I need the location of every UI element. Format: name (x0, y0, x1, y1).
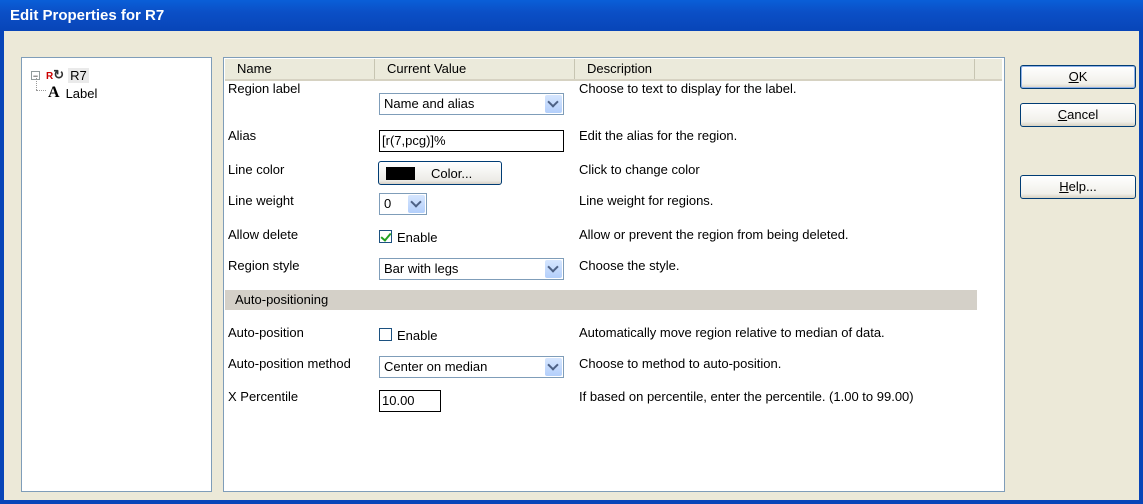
select-value: Center on median (384, 359, 488, 374)
row-x-percentile: X Percentile 10.00 If based on percentil… (224, 389, 1002, 417)
cancel-button-mnemonic: C (1057, 107, 1068, 122)
row-line-color: Line color Color... Click to change colo… (224, 161, 1002, 190)
checkmark-icon (380, 230, 392, 242)
prop-desc: Automatically move region relative to me… (579, 325, 885, 340)
tree-node-r7[interactable]: R7 (68, 67, 89, 83)
prop-desc: Edit the alias for the region. (579, 128, 738, 143)
prop-desc: Click to change color (579, 162, 700, 177)
row-auto-position-method: Auto-position method Center on median Ch… (224, 356, 1002, 384)
auto-position-checkbox[interactable] (379, 328, 392, 341)
prop-name: Alias (228, 128, 257, 143)
chevron-down-icon[interactable] (545, 95, 562, 113)
prop-desc: Allow or prevent the region from being d… (579, 227, 849, 242)
line-weight-select[interactable]: 0 (379, 193, 427, 215)
ok-button-label: K (1078, 69, 1088, 84)
ok-button[interactable]: OK (1020, 65, 1136, 89)
prop-desc: Choose the style. (579, 258, 680, 273)
label-icon: A (48, 84, 60, 101)
checkbox-label[interactable]: Enable (397, 328, 437, 343)
region-label-select[interactable]: Name and alias (379, 93, 564, 115)
header-name[interactable]: Name (225, 59, 375, 79)
color-button[interactable]: Color... (378, 161, 502, 185)
region-icon: R↻ (46, 67, 65, 82)
auto-position-method-select[interactable]: Center on median (379, 356, 564, 378)
row-region-style: Region style Bar with legs Choose the st… (224, 258, 1002, 286)
header-description[interactable]: Description (575, 59, 975, 79)
prop-name: Region label (228, 81, 301, 96)
x-percentile-input[interactable]: 10.00 (379, 390, 441, 412)
chevron-down-icon[interactable] (408, 195, 425, 213)
row-line-weight: Line weight 0 Line weight for regions. (224, 193, 1002, 221)
cancel-button-label: ancel (1067, 107, 1099, 122)
prop-name: Allow delete (228, 227, 299, 242)
help-button-mnemonic: H (1059, 179, 1069, 194)
property-tree[interactable]: − R↻ R7 A Label (21, 57, 212, 492)
chevron-down-icon[interactable] (545, 358, 562, 376)
prop-desc: Choose to text to display for the label. (579, 81, 797, 96)
prop-desc: If based on percentile, enter the percen… (579, 389, 914, 404)
prop-name: Line color (228, 162, 285, 177)
grid-header: Name Current Value Description (225, 59, 1002, 81)
prop-name: Region style (228, 258, 300, 273)
ok-button-mnemonic: O (1068, 69, 1079, 84)
cancel-button[interactable]: Cancel (1020, 103, 1136, 127)
prop-desc: Choose to method to auto-position. (579, 356, 782, 371)
header-current-value[interactable]: Current Value (375, 59, 575, 79)
color-button-label: Color... (431, 166, 473, 181)
select-value: Bar with legs (384, 261, 459, 276)
help-button-label: elp... (1068, 179, 1097, 194)
chevron-down-icon[interactable] (545, 260, 562, 278)
prop-name: Auto-position (228, 325, 304, 340)
row-allow-delete: Allow delete Enable Allow or prevent the… (224, 227, 1002, 255)
help-button[interactable]: Help... (1020, 175, 1136, 199)
region-style-select[interactable]: Bar with legs (379, 258, 564, 280)
property-grid: Name Current Value Description Region la… (223, 57, 1005, 492)
tree-node-label[interactable]: Label (66, 86, 98, 101)
alias-input[interactable]: [r(7,pcg)]% (379, 130, 564, 152)
select-value: Name and alias (384, 96, 475, 111)
prop-desc: Line weight for regions. (579, 193, 714, 208)
row-region-label: Region label Name and alias Choose to te… (224, 81, 1002, 115)
row-auto-position: Auto-position Enable Automatically move … (224, 325, 1002, 353)
prop-name: X Percentile (228, 389, 299, 404)
allow-delete-checkbox[interactable] (379, 230, 392, 243)
prop-name: Line weight (228, 193, 294, 208)
section-auto-positioning: Auto-positioning (225, 290, 977, 310)
prop-name: Auto-position method (228, 356, 351, 371)
window-title: Edit Properties for R7 (0, 0, 1143, 31)
row-alias: Alias [r(7,pcg)]% Edit the alias for the… (224, 128, 1002, 156)
select-value: 0 (384, 196, 392, 211)
color-swatch (386, 167, 415, 180)
checkbox-label[interactable]: Enable (397, 230, 437, 245)
